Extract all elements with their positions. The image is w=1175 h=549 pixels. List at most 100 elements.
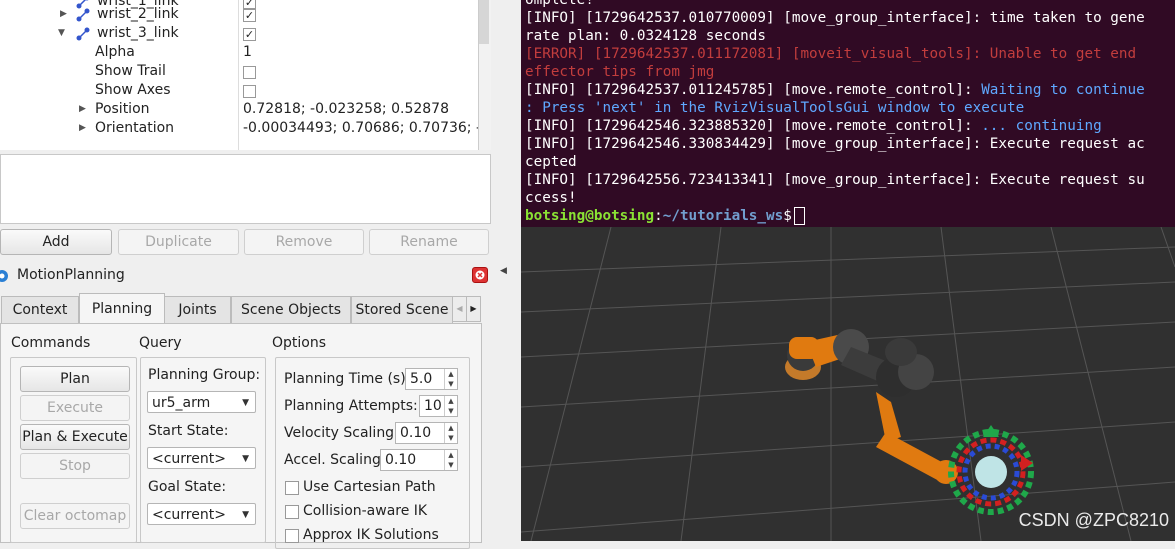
collapse-panel-icon[interactable]: ◀ <box>500 266 507 276</box>
query-header: Query <box>139 335 182 351</box>
tree-row-label: Alpha <box>95 44 135 60</box>
motion-planning-tabs: Context Planning Joints Scene Objects St… <box>0 293 484 324</box>
terminal-line: [INFO] [1729642546.323885320] [move.remo… <box>525 117 1102 135</box>
velocity-scaling-spinbox[interactable]: 0.10 ▲ ▼ <box>395 422 458 444</box>
tab-scroll-right-icon[interactable]: ▶ <box>466 296 481 322</box>
prompt-symbol: $ <box>783 208 792 224</box>
column-divider[interactable] <box>238 0 239 150</box>
panel-splitter[interactable]: ◀ <box>492 0 521 541</box>
terminal-line: : Press 'next' in the RvizVisualToolsGui… <box>525 100 1025 116</box>
stop-button[interactable]: Stop <box>20 453 130 479</box>
tree-row-label: Position <box>95 101 150 117</box>
velocity-scaling-label: Velocity Scaling: <box>284 425 399 441</box>
tab-scroll-left-icon[interactable]: ◀ <box>452 296 467 322</box>
spin-arrows-icon[interactable]: ▲ ▼ <box>444 450 457 470</box>
expand-arrow-icon[interactable]: ▶ <box>79 123 86 133</box>
collapse-arrow-icon[interactable]: ▼ <box>58 28 65 38</box>
commands-header: Commands <box>11 335 91 351</box>
duplicate-button[interactable]: Duplicate <box>118 229 239 255</box>
execute-button[interactable]: Execute <box>20 395 130 421</box>
terminal-error-line: effector tips from jmg <box>525 64 715 80</box>
close-icon[interactable] <box>472 267 488 283</box>
link-icon <box>76 8 90 22</box>
spin-arrows-icon[interactable]: ▲ ▼ <box>444 369 457 389</box>
terminal-line: rate plan: 0.0324128 seconds <box>525 28 767 44</box>
planning-attempts-value: 10 <box>424 398 442 414</box>
tab-scene-objects[interactable]: Scene Objects <box>231 296 351 323</box>
rename-button[interactable]: Rename <box>369 229 489 255</box>
alpha-value[interactable]: 1 <box>243 44 252 60</box>
tree-row[interactable]: ▶ Position 0.72818; -0.023258; 0.52878 <box>0 101 478 120</box>
visible-checkbox[interactable]: ✓ <box>243 9 256 22</box>
plan-execute-button[interactable]: Plan & Execute <box>20 424 130 450</box>
terminal-line: [INFO] [1729642537.011245785] [move.remo… <box>525 81 1145 99</box>
terminal-highlight: Waiting to continue <box>981 82 1145 98</box>
terminal-window[interactable]: omplete! [INFO] [1729642537.010770009] [… <box>521 0 1175 227</box>
planning-time-label: Planning Time (s): <box>284 371 411 387</box>
show-trail-checkbox[interactable] <box>243 66 256 79</box>
goal-state-select[interactable]: <current> ▼ <box>147 503 256 525</box>
accel-scaling-label: Accel. Scaling: <box>284 452 386 468</box>
planning-tab-pane: Commands Plan Execute Plan & Execute Sto… <box>0 323 482 549</box>
tree-row-label: wrist_2_link <box>97 6 179 22</box>
tree-row[interactable]: Alpha 1 <box>0 44 478 63</box>
collision-aware-ik-checkbox[interactable] <box>285 505 299 519</box>
show-axes-checkbox[interactable] <box>243 85 256 98</box>
remove-button[interactable]: Remove <box>244 229 364 255</box>
tree-row[interactable]: ▶ wrist_2_link ✓ <box>0 6 478 25</box>
watermark: CSDN @ZPC8210 <box>1018 510 1169 530</box>
cartesian-path-checkbox[interactable] <box>285 481 299 495</box>
terminal-text: [INFO] [1729642546.323885320] [move.remo… <box>525 118 982 134</box>
tab-planning[interactable]: Planning <box>79 293 165 324</box>
start-state-value: <current> <box>152 451 226 467</box>
tree-row[interactable]: ▶ Orientation -0.00034493; 0.70686; 0.70… <box>0 120 478 139</box>
tree-row-label: Orientation <box>95 120 175 136</box>
clear-octomap-button[interactable]: Clear octomap <box>20 503 130 529</box>
prompt-path: ~/tutorials_ws <box>662 208 784 224</box>
orientation-value[interactable]: -0.00034493; 0.70686; 0.70736; -0. <box>243 120 478 136</box>
chevron-down-icon: ▼ <box>242 510 249 520</box>
position-value[interactable]: 0.72818; -0.023258; 0.52878 <box>243 101 449 117</box>
floor-grid <box>521 227 1175 541</box>
terminal-line: cepted <box>525 154 577 170</box>
planning-time-spinbox[interactable]: 5.0 ▲ ▼ <box>405 368 458 390</box>
tab-stored-scenes[interactable]: Stored Scene <box>351 296 453 323</box>
chevron-down-icon: ▼ <box>242 398 249 408</box>
options-header: Options <box>272 335 327 351</box>
expand-arrow-icon[interactable]: ▶ <box>79 104 86 114</box>
start-state-select[interactable]: <current> ▼ <box>147 447 256 469</box>
planning-attempts-spinbox[interactable]: 10 ▲ ▼ <box>419 395 458 417</box>
tab-context[interactable]: Context <box>1 296 79 323</box>
tree-row[interactable]: Show Trail <box>0 63 478 82</box>
expand-arrow-icon[interactable]: ▶ <box>60 9 67 19</box>
terminal-text: [INFO] [1729642537.011245785] [move.remo… <box>525 82 982 98</box>
tree-scrollbar-thumb[interactable] <box>479 0 489 44</box>
motion-planning-titlebar[interactable]: MotionPlanning <box>0 264 492 288</box>
accel-scaling-spinbox[interactable]: 0.10 ▲ ▼ <box>380 449 458 471</box>
tab-joints[interactable]: Joints <box>164 296 231 323</box>
spin-arrows-icon[interactable]: ▲ ▼ <box>444 423 457 443</box>
add-button[interactable]: Add <box>0 229 112 255</box>
prompt-user: botsing@botsing <box>525 208 655 224</box>
planning-time-value: 5.0 <box>410 371 433 387</box>
planning-group-value: ur5_arm <box>152 395 211 411</box>
plan-button[interactable]: Plan <box>20 366 130 392</box>
planning-group-select[interactable]: ur5_arm ▼ <box>147 391 256 413</box>
rviz-panel-icon <box>0 268 10 288</box>
description-area <box>0 154 491 224</box>
terminal-line: omplete! <box>525 0 594 8</box>
text-cursor <box>793 207 805 225</box>
cartesian-path-label: Use Cartesian Path <box>303 479 436 495</box>
robot-arm <box>785 329 958 484</box>
terminal-line: ccess! <box>525 190 577 206</box>
visible-checkbox[interactable]: ✓ <box>243 28 256 41</box>
terminal-line: [INFO] [1729642546.330834429] [move_grou… <box>525 136 1145 152</box>
tree-row[interactable]: Show Axes <box>0 82 478 101</box>
terminal-prompt[interactable]: botsing@botsing:~/tutorials_ws$ <box>525 207 805 225</box>
rviz-3d-viewport[interactable]: CSDN @ZPC8210 <box>521 227 1175 541</box>
spin-arrows-icon[interactable]: ▲ ▼ <box>444 396 457 416</box>
tree-row[interactable]: ▼ wrist_3_link ✓ <box>0 25 478 44</box>
tree-row-label: Show Trail <box>95 63 166 79</box>
display-property-tree: wrist_1_link ✓ ▶ wrist_2_link ✓ ▼ wrist_… <box>0 0 478 150</box>
interactive-marker[interactable] <box>948 425 1034 515</box>
